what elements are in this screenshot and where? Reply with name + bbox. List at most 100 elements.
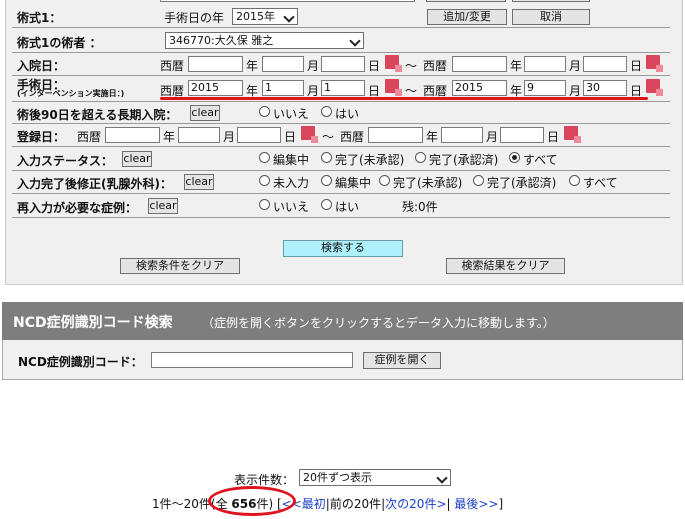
reinput-no-radio[interactable]: [259, 199, 270, 210]
clear-conditions-button[interactable]: 検索条件をクリア: [120, 258, 240, 274]
search-button[interactable]: 検索する: [283, 240, 403, 257]
calendar-icon[interactable]: [301, 126, 318, 143]
registration-from-day-input[interactable]: [237, 127, 281, 143]
status-editing-radio[interactable]: [259, 152, 270, 163]
month-unit: 月: [307, 59, 320, 73]
reinput-yes-radio[interactable]: [321, 199, 332, 210]
status-all-label: すべて: [523, 153, 558, 167]
calendar-icon[interactable]: [385, 79, 402, 96]
admission-from-month-input[interactable]: [262, 56, 304, 72]
calendar-icon[interactable]: [646, 55, 663, 72]
input-status-clear-button[interactable]: clear: [122, 151, 152, 167]
long-stay-label: 術後90日を超える長期入院：: [17, 108, 178, 122]
registration-from-year-input[interactable]: [105, 127, 160, 143]
era-label: 西暦: [160, 59, 185, 73]
admission-to-year-input[interactable]: [452, 56, 507, 72]
range-tilde: ～: [405, 59, 418, 73]
reinput-no-label: いいえ: [273, 200, 310, 214]
post-edit-complete-approved-radio[interactable]: [473, 175, 484, 186]
post-edit-all-radio[interactable]: [569, 175, 580, 186]
surgeon-label: 術式1の術者 ：: [17, 36, 102, 50]
calendar-icon[interactable]: [385, 55, 402, 72]
status-complete-unapproved-radio[interactable]: [321, 152, 332, 163]
day-unit: 日: [284, 130, 297, 144]
post-edit-not-entered-radio[interactable]: [259, 175, 270, 186]
prev-row-button[interactable]: [426, 0, 506, 2]
annotation-underline: [160, 97, 648, 100]
surgery-from-month-input[interactable]: 1: [262, 80, 304, 96]
nav-close-bracket: ]: [498, 497, 504, 511]
admission-to-month-input[interactable]: [524, 56, 566, 72]
surgery-from-year-input[interactable]: 2015: [188, 80, 243, 96]
post-edit-editing-radio[interactable]: [321, 175, 332, 186]
ncd-search-note: （症例を開くボタンをクリックするとデータ入力に移動します。）: [202, 316, 555, 330]
post-edit-label: 入力完了後修正(乳腺外科)：: [17, 177, 172, 191]
calendar-icon[interactable]: [564, 126, 581, 143]
post-edit-clear-button[interactable]: clear: [184, 174, 214, 190]
month-unit: 月: [569, 59, 582, 73]
last-page-link[interactable]: 最後>>: [454, 497, 498, 511]
registration-to-year-input[interactable]: [368, 127, 423, 143]
surgeon-select[interactable]: 346770:大久保 雅之: [165, 32, 364, 49]
reinput-label: 再入力が必要な症例：: [17, 201, 138, 215]
clear-results-button[interactable]: 検索結果をクリア: [446, 258, 565, 274]
row-divider: [12, 52, 670, 53]
ncd-code-input[interactable]: [151, 352, 353, 368]
long-stay-no-label: いいえ: [273, 107, 310, 121]
next-page-link[interactable]: 次の20件>: [385, 497, 446, 511]
long-stay-no-radio[interactable]: [259, 106, 270, 117]
result-range: 1件～20件: [152, 497, 211, 511]
prev-row-button-2[interactable]: [512, 0, 590, 2]
registration-to-day-input[interactable]: [500, 127, 544, 143]
long-stay-yes-radio[interactable]: [321, 106, 332, 117]
surgery-to-day-input[interactable]: 30: [583, 80, 627, 96]
row-divider: [12, 101, 670, 102]
range-tilde: ～: [322, 130, 335, 144]
post-edit-all-label: すべて: [583, 176, 618, 190]
row-divider: [12, 27, 670, 28]
per-page-select[interactable]: 20件ずつ表示: [299, 469, 451, 486]
reinput-clear-button[interactable]: clear: [148, 198, 178, 214]
admission-to-day-input[interactable]: [583, 56, 627, 72]
row-divider: [12, 146, 670, 147]
admission-date-label: 入院日：: [17, 59, 66, 73]
post-edit-complete-unapproved-radio[interactable]: [379, 175, 390, 186]
surgery-year-select[interactable]: 2015年: [232, 8, 298, 25]
reinput-yes-label: はい: [335, 200, 360, 214]
prev-page-text: 前の20件: [329, 497, 382, 511]
registration-to-month-input[interactable]: [441, 127, 483, 143]
row-divider: [12, 217, 670, 218]
open-case-button[interactable]: 症例を開く: [363, 352, 441, 369]
prev-row-input[interactable]: [160, 0, 415, 2]
status-editing-label: 編集中: [273, 153, 310, 167]
registration-from-month-input[interactable]: [178, 127, 220, 143]
surgery-to-year-input[interactable]: 2015: [452, 80, 507, 96]
registration-date-label: 登録日：: [17, 130, 66, 144]
surgery-from-day-input[interactable]: 1: [321, 80, 365, 96]
ncd-search-title: NCD症例識別コード検索: [13, 315, 173, 331]
row-divider: [12, 75, 670, 76]
day-unit: 日: [630, 59, 643, 73]
surgery-year-value: 2015年: [236, 10, 275, 23]
surgery-year-label: 手術日の年: [164, 11, 225, 25]
status-all-radio[interactable]: [509, 152, 520, 163]
admission-from-year-input[interactable]: [188, 56, 243, 72]
pagination: 1件～20件(全 656件) [<<最初|前の20件|次の20件>| 最後>>]: [152, 495, 503, 512]
long-stay-yes-label: はい: [335, 107, 360, 121]
era-label: 西暦: [77, 130, 102, 144]
add-change-button[interactable]: 追加/変更: [427, 9, 507, 25]
era-label: 西暦: [340, 130, 365, 144]
admission-from-day-input[interactable]: [321, 56, 365, 72]
post-edit-complete-unapproved-label: 完了(未承認): [393, 176, 463, 190]
cancel-button[interactable]: 取消: [512, 9, 590, 25]
calendar-icon[interactable]: [646, 79, 663, 96]
status-complete-approved-radio[interactable]: [415, 152, 426, 163]
long-stay-clear-button[interactable]: clear: [190, 105, 220, 121]
row-divider: [12, 193, 670, 194]
day-unit: 日: [547, 130, 560, 144]
ncd-code-label: NCD症例識別コード：: [18, 355, 143, 369]
procedure1-label: 術式1：: [17, 11, 62, 25]
surgeon-value: 346770:大久保 雅之: [169, 34, 274, 47]
surgery-to-month-input[interactable]: 9: [524, 80, 566, 96]
remaining-count: 残:0件: [402, 200, 438, 214]
